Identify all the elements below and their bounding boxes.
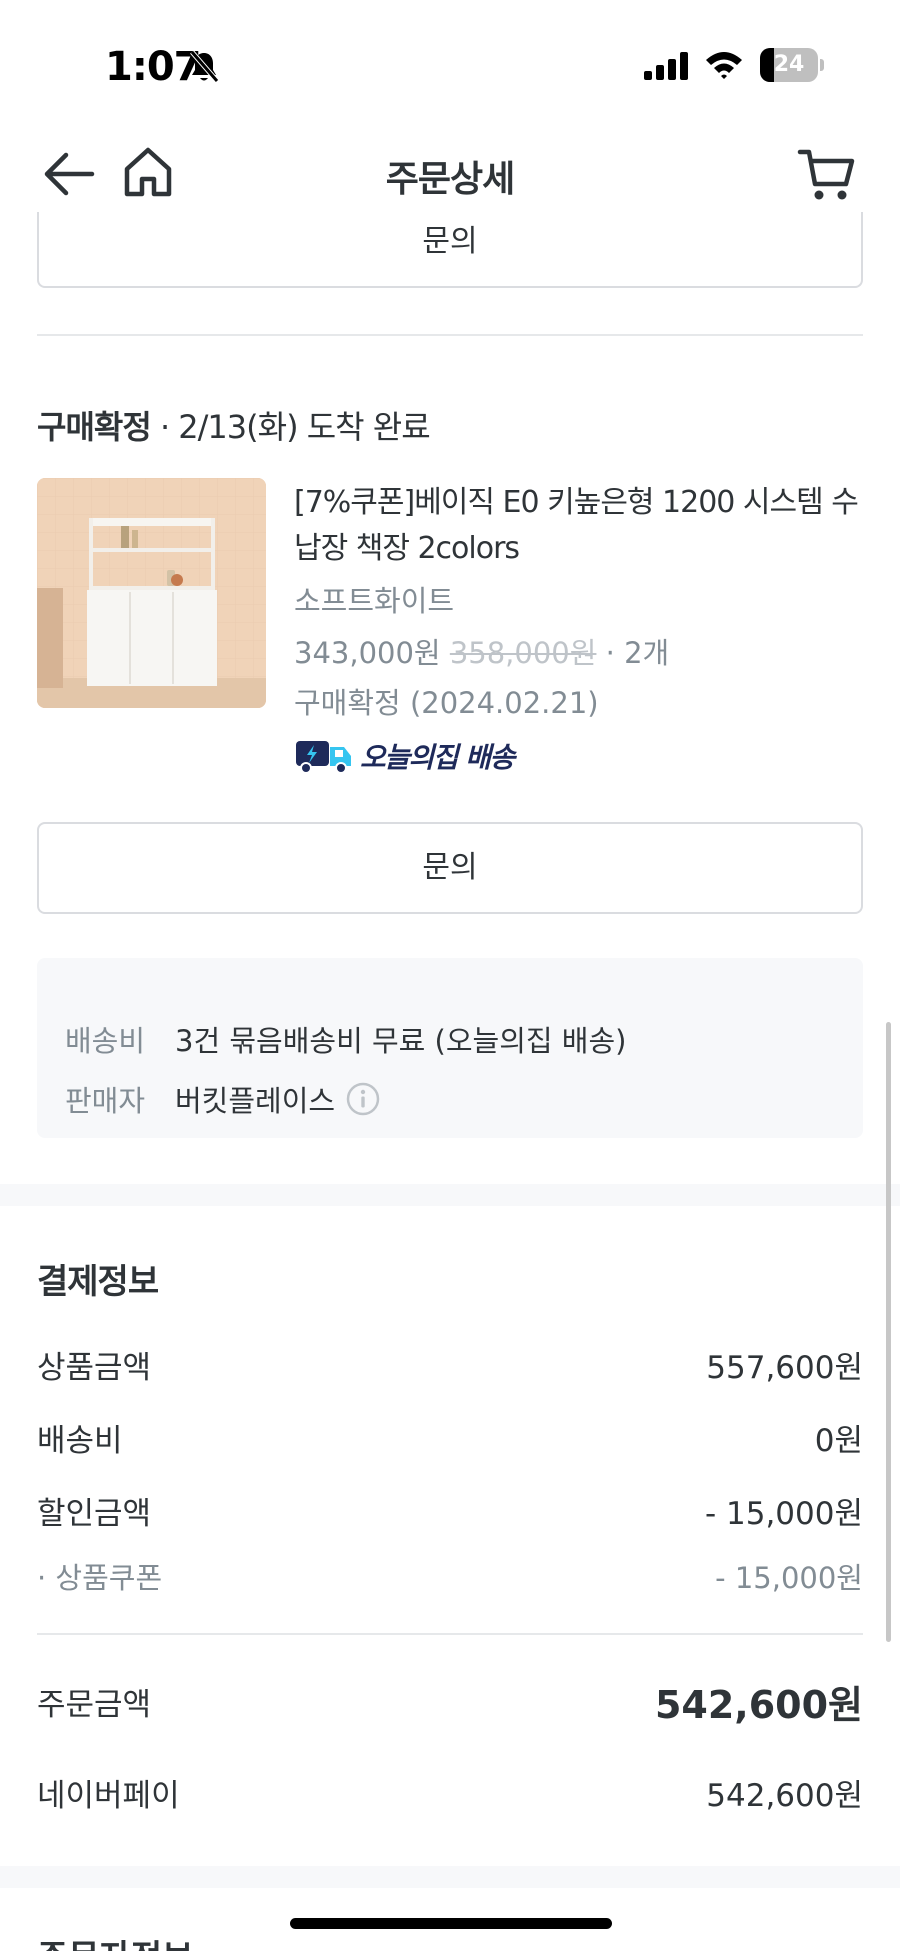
order-total-label: 주문금액 xyxy=(37,1686,152,1723)
shipping-cost-value: 0원 xyxy=(814,1423,863,1459)
product-price-line: 343,000원 358,000원 · 2개 xyxy=(294,630,669,672)
discount-label: 할인금액 xyxy=(37,1496,152,1532)
bell-muted-icon xyxy=(190,50,219,83)
product-option: 소프트화이트 xyxy=(294,584,455,618)
seller-value: 버킷플레이스 xyxy=(175,1084,336,1118)
shipping-fee-value: 3건 묶음배송비 무료 (오늘의집 배송) xyxy=(175,1024,627,1058)
product-title[interactable]: [7%쿠폰]베이직 E0 키높은형 1200 시스템 수납장 책장 2color… xyxy=(294,480,864,572)
section-separator xyxy=(0,1184,900,1206)
purchase-confirm-date: 구매확정 (2024.02.21) xyxy=(294,686,599,720)
order-status: 구매확정 · 2/13(화) 도착 완료 xyxy=(37,402,431,448)
coupon-value: - 15,000원 xyxy=(715,1561,863,1595)
scrollbar[interactable] xyxy=(886,1022,891,1642)
status-time: 1:07 xyxy=(105,44,201,90)
payment-method-amount: 542,600원 xyxy=(706,1778,863,1814)
product-price: 343,000원 xyxy=(294,636,441,670)
product-quantity: · 2개 xyxy=(596,636,670,670)
shipping-fee-label: 배송비 xyxy=(65,1024,146,1058)
order-total-row: 주문금액 542,600원 xyxy=(37,1676,863,1727)
order-status-detail: · 2/13(화) 도착 완료 xyxy=(150,408,431,446)
product-amount-row: 상품금액 557,600원 xyxy=(37,1342,863,1387)
shipping-fee-row: 배송비 3건 묶음배송비 무료 (오늘의집 배송) xyxy=(65,1018,626,1060)
payment-info-title: 결제정보 xyxy=(37,1262,159,1302)
delivery-badge-label: 오늘의집 배송 xyxy=(360,741,515,774)
battery-indicator: 24 xyxy=(760,48,824,82)
discount-value: - 15,000원 xyxy=(704,1496,863,1532)
order-total-value: 542,600원 xyxy=(654,1682,863,1727)
product-amount-label: 상품금액 xyxy=(37,1350,152,1386)
discount-row: 할인금액 - 15,000원 xyxy=(37,1488,863,1533)
status-bar: 1:07 24 xyxy=(0,0,900,130)
product-original-price: 358,000원 xyxy=(449,636,597,670)
payment-method-label: 네이버페이 xyxy=(37,1778,180,1814)
product-amount-value: 557,600원 xyxy=(706,1350,863,1386)
shipping-cost-label: 배송비 xyxy=(37,1423,123,1459)
inquiry-button[interactable]: 문의 xyxy=(37,822,863,914)
cart-icon[interactable] xyxy=(796,144,858,204)
orderer-info-title: 주문자정보 xyxy=(37,1930,193,1951)
home-indicator[interactable] xyxy=(290,1918,612,1929)
wifi-icon xyxy=(706,52,742,79)
cellular-signal-icon xyxy=(644,52,688,80)
seller-label: 판매자 xyxy=(65,1084,146,1118)
section-separator-bottom xyxy=(0,1866,900,1888)
order-status-label: 구매확정 xyxy=(37,408,152,446)
coupon-label: · 상품쿠폰 xyxy=(37,1561,163,1595)
page-title: 주문상세 xyxy=(385,159,515,200)
payment-method-row: 네이버페이 542,600원 xyxy=(37,1770,863,1815)
delivery-badge: 오늘의집 배송 xyxy=(294,736,515,776)
seller-row: 판매자 버킷플레이스 xyxy=(65,1078,381,1120)
info-icon[interactable] xyxy=(345,1081,381,1117)
shipping-seller-info: 배송비 3건 묶음배송비 무료 (오늘의집 배송) 판매자 버킷플레이스 xyxy=(37,958,863,1138)
shipping-cost-row: 배송비 0원 xyxy=(37,1415,863,1460)
product-thumbnail[interactable] xyxy=(37,478,266,708)
section-divider xyxy=(37,334,863,336)
payment-divider xyxy=(37,1633,863,1635)
inquiry-button-previous[interactable]: 문의 xyxy=(37,212,863,288)
coupon-row: · 상품쿠폰 - 15,000원 xyxy=(37,1555,863,1597)
delivery-truck-icon xyxy=(296,741,351,774)
